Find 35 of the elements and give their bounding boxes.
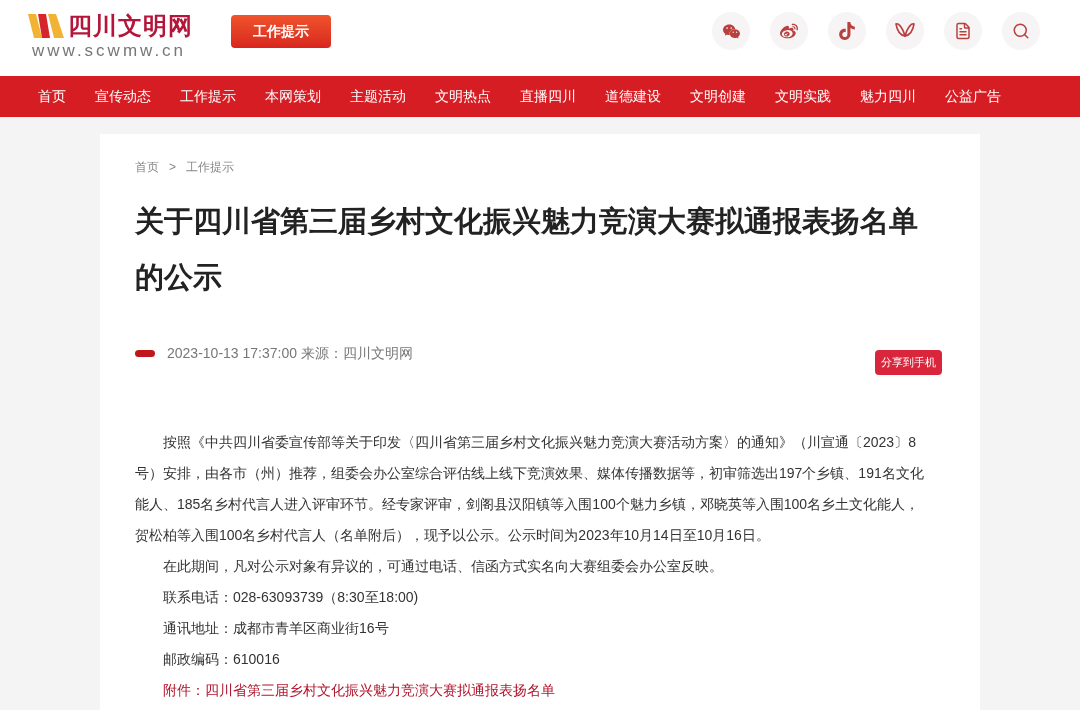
nav-link[interactable]: 本网策划	[265, 86, 321, 107]
breadcrumb-separator: >	[169, 159, 176, 176]
nav-link[interactable]: 道德建设	[605, 86, 661, 107]
nav-link[interactable]: 主题活动	[350, 86, 406, 107]
body-line: 通讯地址：成都市青羊区商业街16号	[163, 619, 389, 636]
meta-marker-icon	[135, 350, 155, 357]
breadcrumb-link[interactable]: 工作提示	[186, 158, 234, 176]
nav-link[interactable]: 直播四川	[520, 86, 576, 107]
section-badge: 工作提示	[231, 14, 331, 48]
nav-link[interactable]: 宣传动态	[95, 86, 151, 107]
butterfly-icon[interactable]	[886, 12, 924, 50]
weibo-icon[interactable]	[770, 12, 808, 50]
music-note-icon[interactable]	[828, 12, 866, 50]
nav-link[interactable]: 公益广告	[945, 86, 1001, 107]
nav-link[interactable]: 文明热点	[435, 86, 491, 107]
search-icon[interactable]	[1002, 12, 1040, 50]
site-url: www.scwmw.cn	[32, 40, 188, 62]
nav-link[interactable]: 首页	[38, 86, 66, 107]
share-button[interactable]: 分享到手机	[875, 350, 942, 375]
breadcrumb-link[interactable]: 首页	[135, 158, 159, 176]
attachment-link[interactable]: 附件：四川省第三届乡村文化振兴魅力竞演大赛拟通报表扬名单	[163, 681, 555, 698]
nav-link[interactable]: 文明实践	[775, 86, 831, 107]
document-icon[interactable]	[944, 12, 982, 50]
article-meta: 2023-10-13 17:37:00 来源：四川文明网	[167, 344, 413, 363]
body-paragraph: 按照《中共四川省委宣传部等关于印发〈四川省第三届乡村文化振兴魅力竞演大赛活动方案〉的通知》（川宣通〔2023〕8号）安排，由各市（州）推荐，组委会办公室综合评估线上线下竞演效果、媒体传播数据等，初审筛选出197个乡镇、191名文化能人、185名乡村代言人进入评审环节。经专家评审，剑阁县汉阳镇等入围100个魅力乡镇，邓晓英等入围100名乡土文化能人，贺松柏等入围100名乡村代言人（名单附后），现予以公示。公示时间为2023年10月14日至10月16日。	[135, 432, 925, 545]
site-name: 四川文明网	[68, 14, 193, 39]
body-line: 在此期间，凡对公示对象有异议的，可通过电话、信函方式实名向大赛组委会办公室反映。	[163, 557, 723, 574]
wechat-icon[interactable]	[712, 12, 750, 50]
nav-link[interactable]: 魅力四川	[860, 86, 916, 107]
article-title: 关于四川省第三届乡村文化振兴魅力竞演大赛拟通报表扬名单的公示	[135, 204, 919, 295]
nav-link[interactable]: 文明创建	[690, 86, 746, 107]
logo-icon	[28, 14, 64, 39]
nav-link[interactable]: 工作提示	[180, 86, 236, 107]
body-line: 联系电话：028-63093739（8:30至18:00)	[163, 588, 419, 605]
body-line: 邮政编码：610016	[163, 650, 280, 667]
